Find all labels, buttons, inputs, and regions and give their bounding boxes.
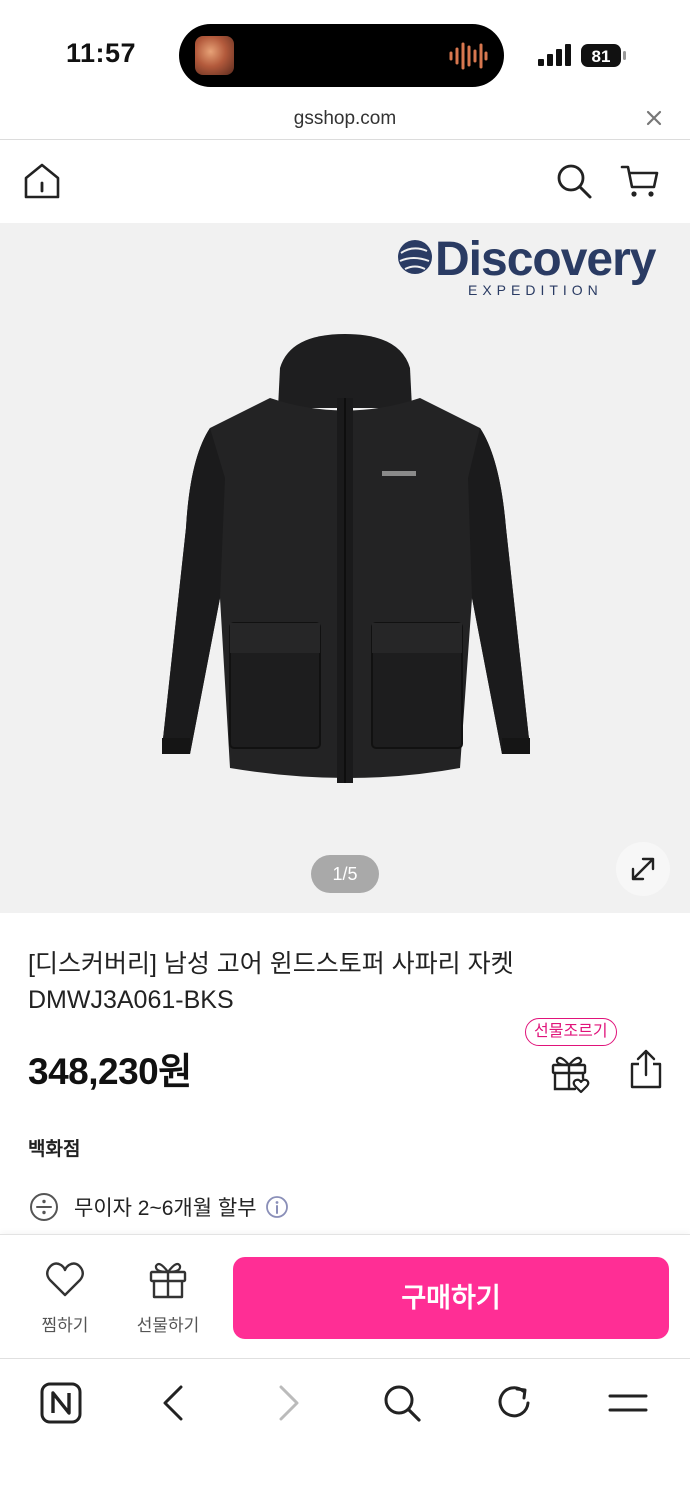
share-icon[interactable] — [626, 1048, 666, 1090]
url-text[interactable]: gsshop.com — [0, 108, 690, 130]
heart-icon — [46, 1262, 84, 1297]
back-icon[interactable] — [152, 1381, 196, 1425]
status-time: 11:57 — [66, 38, 137, 68]
battery-level: 81 — [592, 47, 611, 66]
brand-logo: Discovery EXPEDITION — [398, 233, 658, 298]
close-icon[interactable] — [644, 108, 664, 128]
wishlist-button[interactable]: 찜하기 — [20, 1257, 110, 1336]
status-bar: 11:57 81 — [0, 0, 690, 100]
gift-button[interactable]: 선물하기 — [123, 1257, 213, 1336]
browser-url-bar[interactable]: gsshop.com — [0, 100, 690, 140]
brand-name: Discovery — [435, 233, 657, 286]
cart-icon[interactable] — [620, 161, 660, 201]
site-header — [0, 141, 690, 223]
menu-icon[interactable] — [606, 1381, 650, 1425]
battery-icon: 81 — [581, 44, 626, 67]
search-icon[interactable] — [554, 161, 594, 201]
product-image-gallery[interactable]: Discovery EXPEDITION 1/5 — [0, 223, 690, 913]
forward-icon[interactable] — [266, 1381, 310, 1425]
cellular-signal-icon — [538, 44, 571, 66]
product-image-jacket — [162, 334, 530, 783]
brand-sub: EXPEDITION — [468, 282, 603, 298]
home-icon[interactable] — [22, 161, 62, 201]
now-playing-artwork — [195, 36, 234, 75]
expand-icon — [631, 857, 655, 881]
product-price: 348,230원 — [28, 1051, 192, 1092]
gift-request-badge[interactable]: 선물조르기 — [525, 1018, 617, 1046]
image-pager: 1/5 — [311, 855, 379, 893]
installment-text: 무이자 2~6개월 할부 — [74, 1197, 257, 1220]
wishlist-label: 찜하기 — [41, 1316, 89, 1335]
dynamic-island[interactable] — [179, 24, 504, 87]
gift-icon — [149, 1262, 187, 1299]
product-title: [디스커버리] 남성 고어 윈드스토퍼 사파리 자켓 DMWJ3A061-BKS — [28, 950, 514, 1014]
browser-toolbar — [0, 1358, 690, 1500]
expand-image-button[interactable] — [616, 842, 670, 896]
gift-heart-icon[interactable] — [548, 1050, 592, 1094]
gift-label: 선물하기 — [136, 1316, 200, 1335]
department-label: 백화점 — [28, 1139, 81, 1160]
purchase-action-bar: 찜하기 선물하기 구매하기 — [0, 1234, 690, 1358]
buy-button[interactable]: 구매하기 — [233, 1257, 669, 1339]
refresh-icon[interactable] — [493, 1381, 537, 1425]
divide-icon — [30, 1193, 58, 1221]
info-icon[interactable] — [265, 1195, 289, 1219]
naver-n-icon[interactable] — [39, 1381, 83, 1425]
installment-info[interactable]: 무이자 2~6개월 할부 — [28, 1192, 289, 1222]
browser-search-icon[interactable] — [380, 1381, 424, 1425]
audio-waveform-icon — [449, 42, 488, 70]
